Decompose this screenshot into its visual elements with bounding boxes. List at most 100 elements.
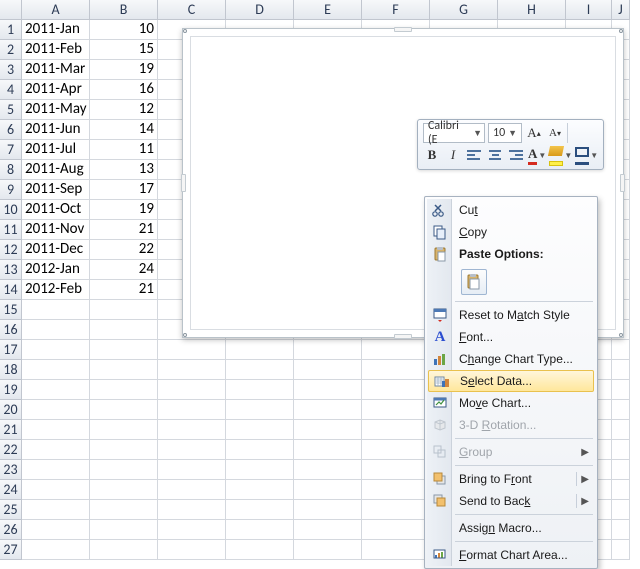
- cell-J25[interactable]: [612, 500, 630, 520]
- cell-A8[interactable]: 2011-Aug: [22, 160, 90, 180]
- cell-B15[interactable]: [90, 300, 158, 320]
- cell-B4[interactable]: 16: [90, 80, 158, 100]
- italic-button[interactable]: I: [444, 145, 462, 165]
- cell-A17[interactable]: [22, 340, 90, 360]
- row-header-17[interactable]: 17: [0, 340, 22, 360]
- cell-C24[interactable]: [158, 480, 226, 500]
- paste-option-default[interactable]: [461, 269, 487, 295]
- cell-F25[interactable]: [362, 500, 430, 520]
- cell-J22[interactable]: [612, 440, 630, 460]
- cell-B20[interactable]: [90, 400, 158, 420]
- cell-J20[interactable]: [612, 400, 630, 420]
- row-header-14[interactable]: 14: [0, 280, 22, 300]
- cell-B13[interactable]: 24: [90, 260, 158, 280]
- column-header-J[interactable]: J: [612, 0, 630, 20]
- cell-B22[interactable]: [90, 440, 158, 460]
- resize-handle-s[interactable]: [394, 334, 412, 339]
- cell-D21[interactable]: [226, 420, 294, 440]
- cell-C26[interactable]: [158, 520, 226, 540]
- cell-C21[interactable]: [158, 420, 226, 440]
- cell-E27[interactable]: [294, 540, 362, 560]
- row-header-5[interactable]: 5: [0, 100, 22, 120]
- toolbar-overflow[interactable]: [567, 123, 585, 143]
- row-header-1[interactable]: 1: [0, 20, 22, 40]
- menu-item-reset-match-style[interactable]: Reset to Match Style: [427, 304, 595, 326]
- cell-C27[interactable]: [158, 540, 226, 560]
- cell-A23[interactable]: [22, 460, 90, 480]
- menu-item-change-chart-type[interactable]: Change Chart Type...: [427, 348, 595, 370]
- cell-J27[interactable]: [612, 540, 630, 560]
- menu-item-move-chart[interactable]: Move Chart...: [427, 392, 595, 414]
- row-header-7[interactable]: 7: [0, 140, 22, 160]
- cell-E18[interactable]: [294, 360, 362, 380]
- cell-A27[interactable]: [22, 540, 90, 560]
- resize-handle-nw[interactable]: [183, 29, 187, 33]
- cell-B24[interactable]: [90, 480, 158, 500]
- menu-item-font[interactable]: A Font...: [427, 326, 595, 348]
- cell-A24[interactable]: [22, 480, 90, 500]
- cell-D26[interactable]: [226, 520, 294, 540]
- menu-item-format-chart-area[interactable]: Format Chart Area...: [427, 544, 595, 566]
- cell-A9[interactable]: 2011-Sep: [22, 180, 90, 200]
- cell-B17[interactable]: [90, 340, 158, 360]
- cell-B14[interactable]: 21: [90, 280, 158, 300]
- cell-D25[interactable]: [226, 500, 294, 520]
- cell-E22[interactable]: [294, 440, 362, 460]
- cell-F22[interactable]: [362, 440, 430, 460]
- cell-A16[interactable]: [22, 320, 90, 340]
- cell-J23[interactable]: [612, 460, 630, 480]
- cell-J21[interactable]: [612, 420, 630, 440]
- cell-F24[interactable]: [362, 480, 430, 500]
- font-name-combo[interactable]: Calibri (E ▼: [423, 123, 485, 143]
- menu-item-copy[interactable]: Copy: [427, 221, 595, 243]
- grow-font-button[interactable]: A ▴: [525, 123, 543, 143]
- cell-A2[interactable]: 2011-Feb: [22, 40, 90, 60]
- cell-B6[interactable]: 14: [90, 120, 158, 140]
- row-header-3[interactable]: 3: [0, 60, 22, 80]
- resize-handle-ne[interactable]: [619, 29, 623, 33]
- cell-C23[interactable]: [158, 460, 226, 480]
- cell-J18[interactable]: [612, 360, 630, 380]
- column-header-G[interactable]: G: [430, 0, 498, 20]
- resize-handle-n[interactable]: [394, 27, 412, 32]
- cell-A19[interactable]: [22, 380, 90, 400]
- cell-B12[interactable]: 22: [90, 240, 158, 260]
- row-header-24[interactable]: 24: [0, 480, 22, 500]
- cell-B18[interactable]: [90, 360, 158, 380]
- cell-F23[interactable]: [362, 460, 430, 480]
- cell-E24[interactable]: [294, 480, 362, 500]
- cell-B9[interactable]: 17: [90, 180, 158, 200]
- cell-A11[interactable]: 2011-Nov: [22, 220, 90, 240]
- cell-A22[interactable]: [22, 440, 90, 460]
- cell-C22[interactable]: [158, 440, 226, 460]
- cell-D27[interactable]: [226, 540, 294, 560]
- cell-E25[interactable]: [294, 500, 362, 520]
- cell-C20[interactable]: [158, 400, 226, 420]
- cell-D18[interactable]: [226, 360, 294, 380]
- cell-B19[interactable]: [90, 380, 158, 400]
- cell-C25[interactable]: [158, 500, 226, 520]
- resize-handle-e[interactable]: [620, 174, 625, 192]
- cell-A21[interactable]: [22, 420, 90, 440]
- cell-A14[interactable]: 2012-Feb: [22, 280, 90, 300]
- font-size-combo[interactable]: 10 ▼: [488, 123, 522, 143]
- row-header-21[interactable]: 21: [0, 420, 22, 440]
- cell-B16[interactable]: [90, 320, 158, 340]
- row-header-23[interactable]: 23: [0, 460, 22, 480]
- cell-B2[interactable]: 15: [90, 40, 158, 60]
- cell-J17[interactable]: [612, 340, 630, 360]
- select-all-corner[interactable]: [0, 0, 22, 20]
- row-header-22[interactable]: 22: [0, 440, 22, 460]
- cell-F20[interactable]: [362, 400, 430, 420]
- bold-button[interactable]: B: [423, 145, 441, 165]
- cell-F21[interactable]: [362, 420, 430, 440]
- cell-B11[interactable]: 21: [90, 220, 158, 240]
- cell-B10[interactable]: 19: [90, 200, 158, 220]
- cell-A13[interactable]: 2012-Jan: [22, 260, 90, 280]
- cell-E21[interactable]: [294, 420, 362, 440]
- cell-E23[interactable]: [294, 460, 362, 480]
- resize-handle-se[interactable]: [619, 333, 623, 337]
- column-header-E[interactable]: E: [294, 0, 362, 20]
- row-header-26[interactable]: 26: [0, 520, 22, 540]
- cell-D19[interactable]: [226, 380, 294, 400]
